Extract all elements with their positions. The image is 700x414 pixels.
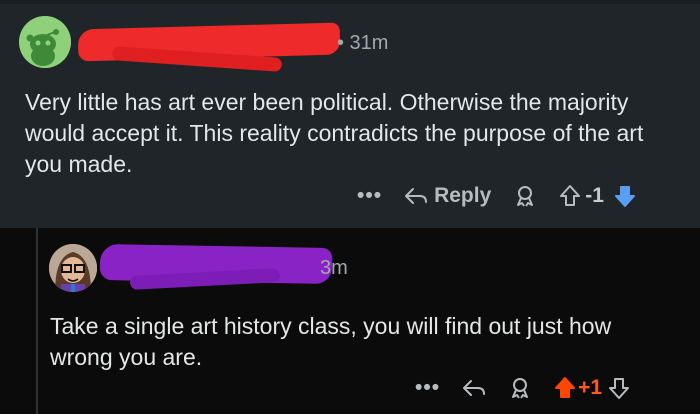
reply-label: Reply [434,184,492,207]
comment-body: Very little has art ever been political.… [25,89,644,177]
snoo-avatar-icon [19,16,71,68]
vote-controls: -1 [559,184,636,208]
reply-button[interactable]: Reply [404,184,491,208]
custom-avatar-icon [49,244,97,292]
vote-controls: +1 [554,376,630,400]
reply-actions: ••• +1 [415,376,630,400]
reply-arrow-icon [463,380,486,396]
downvote-arrow-icon[interactable] [608,376,630,400]
award-icon [517,186,534,207]
reply-button[interactable] [462,378,486,398]
award-icon [512,378,529,399]
thread-line[interactable] [36,228,38,414]
more-options-button[interactable]: ••• [357,184,382,208]
more-options-button[interactable]: ••• [415,376,440,400]
comment-timestamp: • 31m [337,32,389,54]
award-button[interactable] [513,184,537,208]
upvote-arrow-icon[interactable] [554,376,576,400]
award-button[interactable] [508,376,532,400]
vote-score: -1 [585,184,604,207]
reply-user-avatar[interactable] [49,244,97,292]
reply-arrow-icon [405,188,428,204]
downvote-arrow-icon[interactable] [614,184,636,208]
vote-score: +1 [578,376,603,399]
reply-body: Take a single art history class, you wil… [50,313,612,370]
user-avatar[interactable] [19,16,71,68]
comment-actions: ••• Reply -1 [357,184,636,208]
reply-timestamp: 3m [320,257,348,279]
upvote-arrow-icon[interactable] [559,184,581,208]
